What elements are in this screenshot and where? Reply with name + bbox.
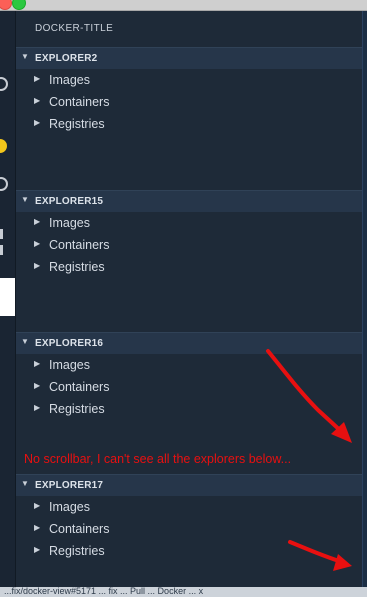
tree-item-images[interactable]: ▶ Images: [16, 354, 362, 376]
tree-item-containers[interactable]: ▶ Containers: [16, 376, 362, 398]
explorer-section: ▼ EXPLORER15 ▶ Images ▶ Containers ▶ Reg…: [16, 190, 362, 278]
close-window-button[interactable]: [0, 0, 12, 10]
triangle-right-icon: ▶: [34, 118, 41, 127]
triangle-down-icon: ▼: [21, 195, 29, 204]
status-text: ...fix/docker-view#5171 ... fix ... Pull…: [4, 587, 204, 596]
activity-icon-partial-4[interactable]: [0, 245, 3, 255]
triangle-right-icon: ▶: [34, 96, 41, 105]
triangle-right-icon: ▶: [34, 381, 41, 390]
tree-item-images[interactable]: ▶ Images: [16, 212, 362, 234]
explorer-section: ▼ EXPLORER17 ▶ Images ▶ Containers ▶ Reg…: [16, 474, 362, 562]
maximize-window-button[interactable]: [12, 0, 26, 10]
annotation-text: No scrollbar, I can't see all the explor…: [24, 452, 292, 466]
triangle-right-icon: ▶: [34, 217, 41, 226]
triangle-right-icon: ▶: [34, 359, 41, 368]
window-titlebar: [0, 0, 367, 11]
explorer-section: ▼ EXPLORER16 ▶ Images ▶ Containers ▶ Reg…: [16, 332, 362, 420]
tree-item-label: Containers: [49, 380, 110, 394]
triangle-down-icon: ▼: [21, 337, 29, 346]
tree-item-label: Images: [49, 500, 90, 514]
tree-item-images[interactable]: ▶ Images: [16, 69, 362, 91]
activity-panel-white: [0, 278, 15, 316]
status-bar: ...fix/docker-view#5171 ... fix ... Pull…: [0, 587, 367, 597]
editor-edge: [362, 11, 367, 587]
activity-icon-partial-3[interactable]: [0, 229, 3, 239]
sidebar-title: DOCKER-TITLE: [35, 23, 114, 34]
triangle-right-icon: ▶: [34, 74, 41, 83]
triangle-right-icon: ▶: [34, 261, 41, 270]
triangle-down-icon: ▼: [21, 52, 29, 61]
section-title: EXPLORER16: [35, 338, 104, 349]
section-header[interactable]: ▼ EXPLORER2: [16, 47, 362, 69]
tree-item-label: Registries: [49, 117, 105, 131]
activity-icon-partial-1[interactable]: [0, 77, 8, 91]
triangle-right-icon: ▶: [34, 523, 41, 532]
tree-item-label: Registries: [49, 260, 105, 274]
docker-sidebar: DOCKER-TITLE ▼ EXPLORER2 ▶ Images ▶ Cont…: [16, 11, 362, 587]
tree-item-label: Containers: [49, 522, 110, 536]
tree-item-label: Images: [49, 358, 90, 372]
activity-bar: [0, 11, 16, 587]
section-title: EXPLORER17: [35, 480, 104, 491]
triangle-right-icon: ▶: [34, 501, 41, 510]
explorer-section: ▼ EXPLORER2 ▶ Images ▶ Containers ▶ Regi…: [16, 47, 362, 135]
tree-item-label: Registries: [49, 544, 105, 558]
triangle-right-icon: ▶: [34, 545, 41, 554]
tree-item-images[interactable]: ▶ Images: [16, 496, 362, 518]
activity-badge-icon[interactable]: [0, 139, 7, 153]
tree-item-containers[interactable]: ▶ Containers: [16, 518, 362, 540]
section-header[interactable]: ▼ EXPLORER15: [16, 190, 362, 212]
tree-item-label: Containers: [49, 238, 110, 252]
tree-item-label: Containers: [49, 95, 110, 109]
triangle-down-icon: ▼: [21, 479, 29, 488]
tree-item-label: Images: [49, 73, 90, 87]
tree-item-registries[interactable]: ▶ Registries: [16, 540, 362, 562]
section-title: EXPLORER15: [35, 196, 104, 207]
tree-item-registries[interactable]: ▶ Registries: [16, 256, 362, 278]
tree-item-registries[interactable]: ▶ Registries: [16, 398, 362, 420]
tree-item-registries[interactable]: ▶ Registries: [16, 113, 362, 135]
tree-item-label: Registries: [49, 402, 105, 416]
section-title: EXPLORER2: [35, 53, 98, 64]
triangle-right-icon: ▶: [34, 239, 41, 248]
tree-item-containers[interactable]: ▶ Containers: [16, 91, 362, 113]
section-header[interactable]: ▼ EXPLORER17: [16, 474, 362, 496]
activity-icon-partial-2[interactable]: [0, 177, 8, 191]
tree-item-containers[interactable]: ▶ Containers: [16, 234, 362, 256]
triangle-right-icon: ▶: [34, 403, 41, 412]
section-header[interactable]: ▼ EXPLORER16: [16, 332, 362, 354]
tree-item-label: Images: [49, 216, 90, 230]
